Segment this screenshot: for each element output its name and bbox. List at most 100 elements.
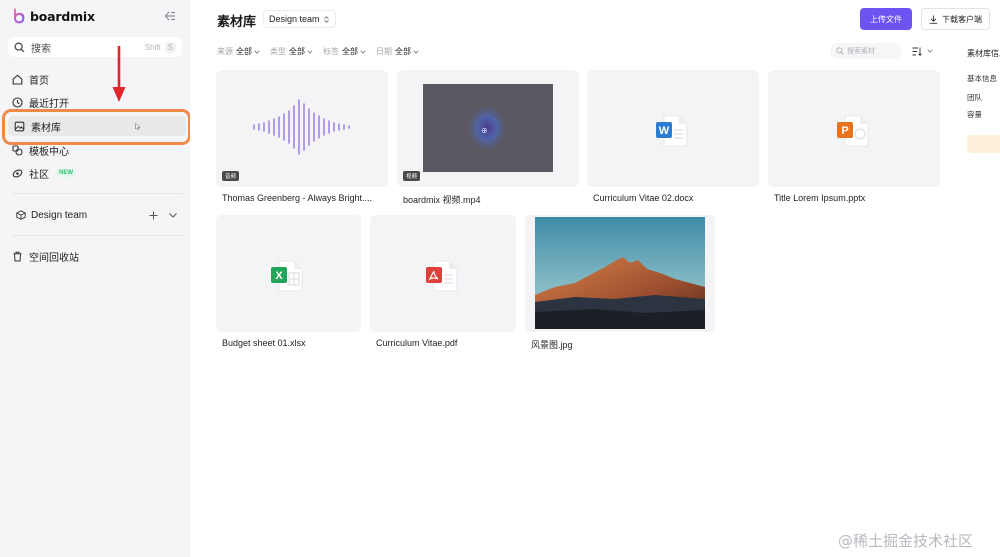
asset-name: Title Lorem Ipsum.pptx (774, 193, 866, 203)
download-label: 下载客户端 (942, 14, 982, 24)
new-badge: NEW (56, 169, 76, 177)
watermark: @稀土掘金技术社区 (838, 532, 974, 550)
sidebar-team-row[interactable]: Design team (16, 207, 178, 223)
upload-file-button[interactable]: 上传文件 (860, 8, 912, 30)
filter-label: 来源 (217, 47, 233, 56)
asset-card-excel[interactable]: X Budget sheet 01.xlsx (216, 215, 361, 355)
file-letter: X (275, 270, 283, 282)
team-selector[interactable]: Design team (263, 10, 336, 28)
asset-name: Curriculum Vitae.pdf (376, 338, 458, 348)
filter-value: 全部 (236, 47, 252, 56)
asset-search-input[interactable]: 搜索素材 (830, 43, 902, 59)
sort-button[interactable] (912, 45, 936, 57)
asset-card-pdf[interactable]: Curriculum Vitae.pdf (370, 215, 516, 355)
community-icon (12, 168, 23, 178)
asset-thumbnail: X (216, 215, 361, 332)
type-badge: 视频 (403, 171, 421, 181)
svg-text:⊕: ⊕ (481, 126, 488, 135)
filter-type[interactable]: 类型 全部 (270, 46, 313, 57)
mouse-cursor-icon (135, 123, 141, 130)
team-name: Design team (31, 209, 88, 221)
audio-waveform-icon (253, 99, 350, 155)
file-letter: W (659, 125, 670, 137)
asset-name: Curriculum Vitae 02.docx (593, 193, 694, 203)
excel-file-icon: X (271, 260, 303, 292)
search-icon (14, 41, 25, 52)
info-row-capacity[interactable]: 容量 (967, 109, 982, 120)
pdf-file-icon (426, 260, 458, 292)
brand[interactable]: boardmix (12, 7, 95, 25)
chevron-down-icon[interactable] (168, 210, 178, 220)
search-icon (836, 47, 844, 55)
home-icon (12, 74, 23, 85)
trash-icon (13, 251, 22, 261)
team-cube-icon (16, 210, 26, 220)
download-icon (929, 15, 938, 24)
file-letter: P (841, 125, 848, 137)
filter-label: 类型 (270, 47, 286, 56)
sidebar-item-label: 空间回收站 (29, 252, 79, 264)
powerpoint-file-icon: P (837, 115, 869, 147)
asset-name: 风景图.jpg (531, 340, 573, 350)
clock-icon (12, 96, 23, 108)
asset-name: Budget sheet 01.xlsx (222, 338, 306, 348)
asset-library-icon (14, 121, 25, 131)
sidebar-item-label: 素材库 (31, 122, 61, 134)
sidebar-item-label: 首页 (29, 75, 49, 87)
sidebar-item-asset-library[interactable]: 素材库 (8, 116, 186, 136)
chevron-down-icon (360, 50, 366, 54)
word-file-icon: W (656, 115, 688, 147)
asset-card-audio[interactable]: 音频 Thomas Greenberg - Always Bright.... (216, 70, 388, 210)
sidebar-item-label: 社区 (29, 169, 49, 181)
asset-thumbnail (525, 215, 715, 332)
template-icon (12, 144, 23, 156)
sidebar-item-label: 模板中心 (29, 146, 69, 158)
asset-card-image[interactable]: 风景图.jpg (525, 215, 715, 355)
asset-thumbnail: 音频 (216, 70, 388, 187)
info-row-team[interactable]: 团队 (967, 92, 982, 103)
asset-card-video[interactable]: ⊕ 视频 boardmix 视频.mp4 (397, 70, 579, 210)
boardmix-logo-icon (14, 8, 25, 24)
sidebar-item-recent[interactable]: 最近打开 (12, 92, 182, 112)
page-title: 素材库 (217, 14, 257, 29)
info-panel-title: 素材库信息 (967, 49, 1000, 58)
sidebar-item-community[interactable]: 社区 NEW (12, 163, 182, 183)
filter-tag[interactable]: 标签 全部 (323, 46, 366, 57)
chevron-down-icon (927, 49, 933, 53)
asset-name: Thomas Greenberg - Always Bright.... (222, 193, 373, 203)
asset-name: boardmix 视频.mp4 (403, 195, 481, 205)
sidebar-divider (12, 235, 182, 236)
sidebar-divider (12, 193, 182, 194)
asset-thumbnail: P (768, 70, 940, 187)
filter-value: 全部 (395, 47, 411, 56)
sidebar-search[interactable]: 搜索 Shift S (8, 37, 182, 57)
filter-date[interactable]: 日期 全部 (376, 46, 419, 57)
sidebar-item-label: 最近打开 (29, 98, 69, 110)
sort-icon (912, 47, 922, 56)
sidebar: boardmix 搜索 Shift S 首页 最近打开 素材库 模板中心 社区 … (0, 0, 190, 557)
filter-source[interactable]: 来源 全部 (217, 46, 260, 57)
download-client-button[interactable]: 下载客户端 (921, 8, 990, 30)
sidebar-item-trash[interactable]: 空间回收站 (12, 246, 182, 266)
video-frame-image: ⊕ (423, 84, 553, 172)
chevron-down-icon (413, 50, 419, 54)
filter-value: 全部 (342, 47, 358, 56)
type-badge: 音频 (222, 171, 240, 181)
filter-label: 标签 (323, 47, 339, 56)
team-selector-label: Design team (269, 14, 320, 24)
sidebar-item-home[interactable]: 首页 (12, 69, 182, 89)
main-content: 素材库 Design team 上传文件 下载客户端 来源 全部 类型 全部 标… (190, 0, 1000, 557)
info-row-basic[interactable]: 基本信息 (967, 73, 997, 84)
asset-thumbnail: W (587, 70, 759, 187)
asset-search-placeholder: 搜索素材 (847, 48, 875, 55)
collapse-sidebar-icon[interactable] (164, 10, 176, 22)
sidebar-item-templates[interactable]: 模板中心 (12, 140, 182, 160)
asset-card-word[interactable]: W Curriculum Vitae 02.docx (587, 70, 759, 210)
chevron-down-icon (254, 50, 260, 54)
asset-thumbnail: ⊕ 视频 (397, 70, 579, 187)
add-icon[interactable] (149, 211, 158, 220)
brand-name: boardmix (30, 8, 95, 24)
red-arrow-annotation (112, 46, 126, 102)
asset-card-powerpoint[interactable]: P Title Lorem Ipsum.pptx (768, 70, 940, 210)
capacity-banner (967, 135, 1000, 153)
